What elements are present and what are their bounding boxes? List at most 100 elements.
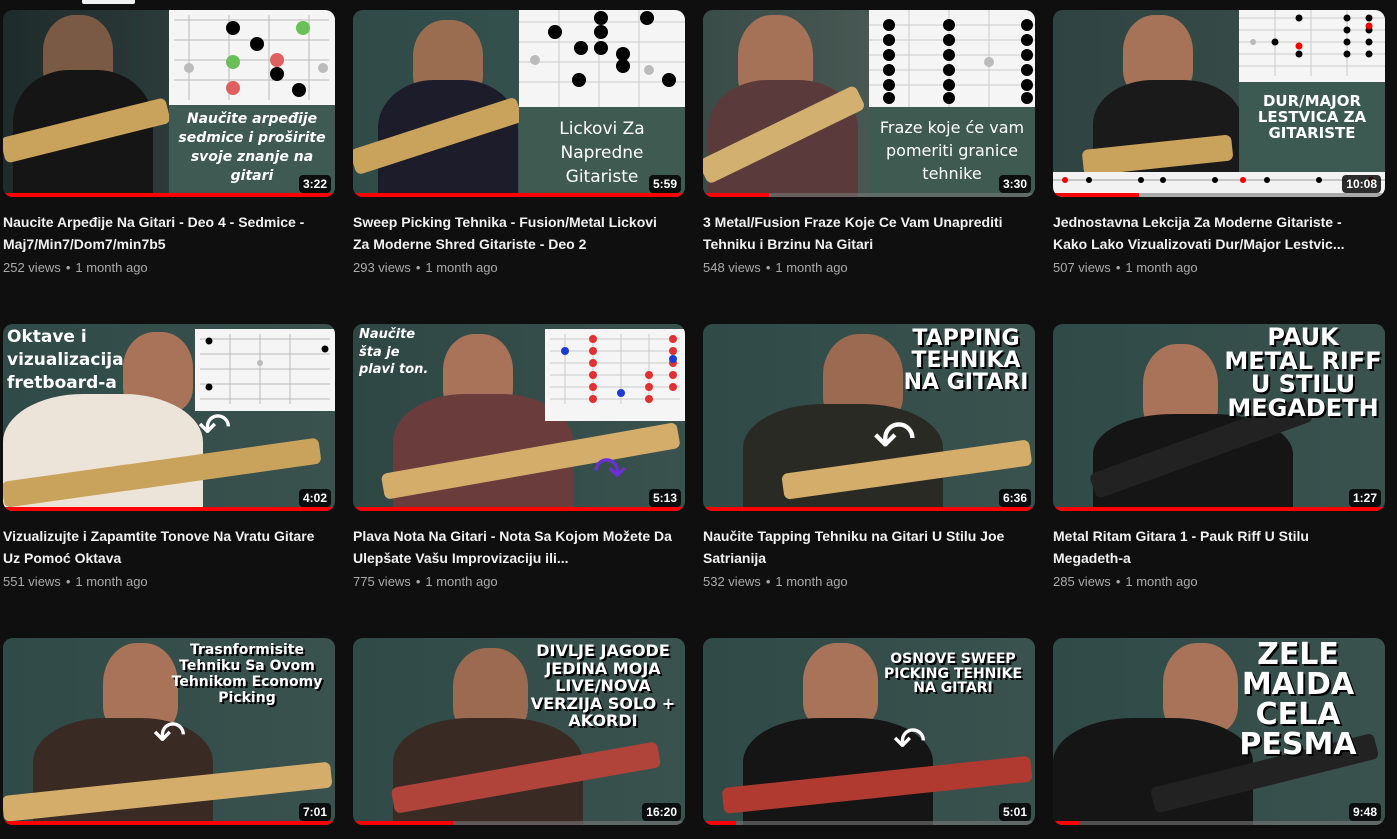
curved-arrow-icon: ↷ <box>593 449 627 495</box>
watch-progress-track <box>703 821 1035 825</box>
meta-separator: • <box>415 260 421 275</box>
video-thumbnail[interactable]: TAPPING TEHNIKA NA GITARI ↶ 6:36 <box>703 324 1035 511</box>
video-meta: 551 views • 1 month ago <box>3 573 335 591</box>
upload-age: 1 month ago <box>425 574 498 589</box>
video-thumbnail[interactable]: DIVLJE JAGODE JEDINA MOJA LIVE/NOVA VERZ… <box>353 638 685 825</box>
watch-progress-fill <box>3 821 335 825</box>
video-thumbnail[interactable]: Oktave i vizualizacija fretboard-a ↶ 4:0… <box>3 324 335 511</box>
active-tab-indicator <box>82 0 135 4</box>
curved-arrow-icon: ↶ <box>153 713 187 759</box>
duration-badge: 3:30 <box>998 175 1031 193</box>
video-thumbnail[interactable]: ZELE MAIDA CELA PESMA 9:48 <box>1053 638 1385 825</box>
watch-progress-fill <box>703 507 1035 511</box>
meta-separator: • <box>65 260 71 275</box>
view-count: 285 views <box>1053 574 1111 589</box>
fretboard-diagram <box>174 15 329 100</box>
thumbnail-overlay-text: DIVLJE JAGODE JEDINA MOJA LIVE/NOVA VERZ… <box>530 641 676 731</box>
duration-badge: 5:59 <box>648 175 681 193</box>
video-grid: Naučite arpeđije sedmice i proširite svo… <box>3 10 1385 839</box>
video-card[interactable]: Oktave i vizualizacija fretboard-a ↶ 4:0… <box>3 324 335 638</box>
thumbnail-overlay-text: OSNOVE SWEEP PICKING TEHNIKE NA GITARI <box>883 651 1023 697</box>
meta-separator: • <box>765 574 771 589</box>
video-thumbnail[interactable]: Trasnformisite Tehniku Sa Ovom Tehnikom … <box>3 638 335 825</box>
video-card[interactable]: DIVLJE JAGODE JEDINA MOJA LIVE/NOVA VERZ… <box>353 638 685 839</box>
watch-progress-track <box>703 193 1035 197</box>
fretboard-diagram <box>200 334 330 404</box>
fretboard-diagram <box>550 334 680 404</box>
video-card[interactable]: Naučite šta je plavi ton. ↷ 5:13 Plava N… <box>353 324 685 638</box>
meta-separator: • <box>1115 260 1121 275</box>
video-meta: 548 views • 1 month ago <box>703 259 1035 277</box>
view-count: 252 views <box>3 260 61 275</box>
curved-arrow-icon: ↶ <box>873 410 917 470</box>
video-thumbnail[interactable]: Naučite šta je plavi ton. ↷ 5:13 <box>353 324 685 511</box>
view-count: 293 views <box>353 260 411 275</box>
watch-progress-fill <box>1053 507 1385 511</box>
thumbnail-overlay-text: Naučite šta je plavi ton. <box>359 327 429 378</box>
video-meta: 775 views • 1 month ago <box>353 573 685 591</box>
duration-badge: 5:01 <box>998 803 1031 821</box>
video-thumbnail[interactable]: Fraze koje će vam pomeriti granice tehni… <box>703 10 1035 197</box>
duration-badge: 3:22 <box>298 175 331 193</box>
upload-age: 1 month ago <box>1125 260 1198 275</box>
video-title[interactable]: Metal Ritam Gitara 1 - Pauk Riff U Stilu… <box>1053 525 1373 569</box>
duration-badge: 6:36 <box>998 489 1031 507</box>
watch-progress-fill <box>353 821 453 825</box>
watch-progress-fill <box>1053 821 1080 825</box>
video-meta: 532 views • 1 month ago <box>703 573 1035 591</box>
watch-progress-track <box>3 507 335 511</box>
duration-badge: 1:27 <box>1348 489 1381 507</box>
video-title[interactable]: Plava Nota Na Gitari - Nota Sa Kojom Mož… <box>353 525 673 569</box>
watch-progress-fill <box>353 507 685 511</box>
watch-progress-track <box>1053 821 1385 825</box>
video-card[interactable]: Fraze koje će vam pomeriti granice tehni… <box>703 10 1035 324</box>
meta-separator: • <box>765 260 771 275</box>
video-title[interactable]: Vizualizujte i Zapamtite Tonove Na Vratu… <box>3 525 323 569</box>
duration-badge: 7:01 <box>298 803 331 821</box>
video-card[interactable]: DUR/MAJOR LESTVICA ZA GITARISTE 10:08 Je… <box>1053 10 1385 324</box>
duration-badge: 16:20 <box>642 803 681 821</box>
thumbnail-overlay-text: ZELE MAIDA CELA PESMA <box>1239 638 1357 762</box>
video-meta: 285 views • 1 month ago <box>1053 573 1385 591</box>
top-strip <box>0 0 1397 8</box>
video-card[interactable]: Lickovi Za Napredne Gitariste 5:59 Sweep… <box>353 10 685 324</box>
fretboard-diagram <box>1239 10 1385 76</box>
upload-age: 1 month ago <box>425 260 498 275</box>
watch-progress-track <box>353 507 685 511</box>
video-title[interactable]: Naučite Tapping Tehniku na Gitari U Stil… <box>703 525 1023 569</box>
video-card[interactable]: Trasnformisite Tehniku Sa Ovom Tehnikom … <box>3 638 335 839</box>
video-card[interactable]: OSNOVE SWEEP PICKING TEHNIKE NA GITARI ↶… <box>703 638 1035 839</box>
watch-progress-fill <box>703 821 737 825</box>
video-card[interactable]: TAPPING TEHNIKA NA GITARI ↶ 6:36 Naučite… <box>703 324 1035 638</box>
video-title[interactable]: Jednostavna Lekcija Za Moderne Gitariste… <box>1053 211 1373 255</box>
video-meta: 252 views • 1 month ago <box>3 259 335 277</box>
video-title[interactable]: Naucite Arpeđije Na Gitari - Deo 4 - Sed… <box>3 211 323 255</box>
watch-progress-track <box>3 821 335 825</box>
thumbnail-overlay-text: TAPPING TEHNIKA NA GITARI <box>903 326 1029 395</box>
duration-badge: 4:02 <box>298 489 331 507</box>
view-count: 775 views <box>353 574 411 589</box>
watch-progress-fill <box>703 193 770 197</box>
watch-progress-track <box>1053 193 1385 197</box>
video-card[interactable]: Naučite arpeđije sedmice i proširite svo… <box>3 10 335 324</box>
fretboard-diagram <box>869 10 1035 107</box>
meta-separator: • <box>415 574 421 589</box>
video-thumbnail[interactable]: Lickovi Za Napredne Gitariste 5:59 <box>353 10 685 197</box>
view-count: 548 views <box>703 260 761 275</box>
video-title[interactable]: 3 Metal/Fusion Fraze Koje Ce Vam Unapred… <box>703 211 1023 255</box>
video-thumbnail[interactable]: DUR/MAJOR LESTVICA ZA GITARISTE 10:08 <box>1053 10 1385 197</box>
curved-arrow-icon: ↶ <box>198 405 232 451</box>
thumbnail-overlay-text: Trasnformisite Tehniku Sa Ovom Tehnikom … <box>171 642 323 707</box>
video-title[interactable]: Sweep Picking Tehnika - Fusion/Metal Lic… <box>353 211 673 255</box>
video-card[interactable]: PAUK METAL RIFF U STILU MEGADETH 1:27 Me… <box>1053 324 1385 638</box>
watch-progress-track <box>703 507 1035 511</box>
video-meta: 507 views • 1 month ago <box>1053 259 1385 277</box>
watch-progress-track <box>1053 507 1385 511</box>
video-thumbnail[interactable]: PAUK METAL RIFF U STILU MEGADETH 1:27 <box>1053 324 1385 511</box>
video-thumbnail[interactable]: OSNOVE SWEEP PICKING TEHNIKE NA GITARI ↶… <box>703 638 1035 825</box>
video-card[interactable]: ZELE MAIDA CELA PESMA 9:48 <box>1053 638 1385 839</box>
watch-progress-fill <box>1053 193 1140 197</box>
view-count: 551 views <box>3 574 61 589</box>
upload-age: 1 month ago <box>1125 574 1198 589</box>
video-thumbnail[interactable]: Naučite arpeđije sedmice i proširite svo… <box>3 10 335 197</box>
